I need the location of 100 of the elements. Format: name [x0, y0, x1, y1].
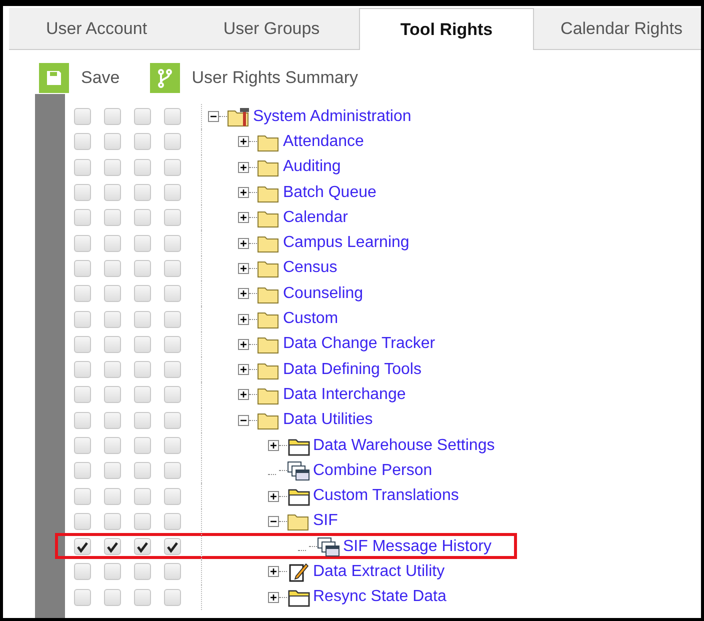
- checkbox[interactable]: [134, 184, 151, 202]
- expander-icon[interactable]: [268, 566, 279, 578]
- checkbox[interactable]: [134, 158, 151, 176]
- checkbox[interactable]: [134, 412, 151, 429]
- checkbox[interactable]: [74, 588, 91, 606]
- tree-item[interactable]: SIF: [313, 512, 338, 530]
- checkbox[interactable]: [104, 563, 121, 580]
- checkbox[interactable]: [134, 361, 151, 378]
- tree-item[interactable]: Data Utilities: [283, 411, 373, 430]
- tab[interactable]: Tool Rights: [359, 8, 534, 50]
- checkbox[interactable]: [164, 488, 181, 505]
- checkbox[interactable]: [134, 588, 151, 606]
- expander-icon[interactable]: [268, 516, 279, 527]
- checkbox[interactable]: [164, 563, 181, 580]
- checkbox[interactable]: [134, 285, 151, 302]
- expander-icon[interactable]: [238, 212, 249, 224]
- checkbox[interactable]: [74, 260, 91, 277]
- checkbox[interactable]: [164, 260, 181, 277]
- save-icon[interactable]: [39, 63, 69, 93]
- checkbox[interactable]: [104, 386, 121, 404]
- checkbox[interactable]: [104, 412, 121, 429]
- tree-item[interactable]: Combine Person: [313, 462, 432, 480]
- tree-item[interactable]: Custom Translations: [313, 487, 459, 506]
- checkbox[interactable]: [74, 336, 91, 353]
- expander-icon[interactable]: [268, 592, 279, 603]
- tree-item[interactable]: Counseling: [283, 284, 364, 303]
- checkbox[interactable]: [104, 361, 121, 378]
- expander-icon[interactable]: [238, 262, 249, 274]
- tree-item[interactable]: Census: [283, 259, 338, 278]
- checkbox[interactable]: [164, 412, 181, 429]
- expander-icon[interactable]: [238, 364, 249, 376]
- checkbox[interactable]: [104, 437, 121, 454]
- tree-item[interactable]: Custom: [283, 310, 338, 328]
- tab[interactable]: User Account: [9, 8, 184, 50]
- checkbox[interactable]: [74, 386, 91, 404]
- checkbox[interactable]: [74, 209, 91, 226]
- tree-item[interactable]: Data Defining Tools: [283, 360, 422, 379]
- checkbox[interactable]: [164, 184, 181, 202]
- checkbox[interactable]: [74, 512, 91, 530]
- checkbox[interactable]: [134, 260, 151, 277]
- save-button[interactable]: Save: [81, 68, 120, 88]
- checkbox[interactable]: [164, 285, 181, 302]
- checkbox[interactable]: [104, 184, 121, 202]
- checkbox[interactable]: [134, 310, 151, 328]
- expander-icon[interactable]: [268, 440, 279, 451]
- checkbox[interactable]: [164, 336, 181, 353]
- checkbox[interactable]: [104, 462, 121, 480]
- tab[interactable]: User Groups: [184, 8, 359, 50]
- expander-icon[interactable]: [268, 490, 279, 502]
- checkbox[interactable]: [74, 285, 91, 302]
- checkbox[interactable]: [164, 512, 181, 530]
- checkbox[interactable]: [164, 133, 181, 150]
- checkbox[interactable]: [74, 133, 91, 150]
- tree-item[interactable]: Resync State Data: [313, 588, 446, 606]
- checkbox[interactable]: [74, 234, 91, 252]
- checkbox[interactable]: [74, 108, 91, 126]
- checkbox[interactable]: [134, 209, 151, 226]
- expander-icon[interactable]: [238, 238, 249, 249]
- tree-item[interactable]: Data Warehouse Settings: [313, 436, 495, 454]
- checkbox[interactable]: [164, 462, 181, 480]
- checkbox[interactable]: [74, 488, 91, 505]
- checkbox[interactable]: [134, 563, 151, 580]
- expander-icon[interactable]: [238, 314, 249, 325]
- checkbox[interactable]: [74, 462, 91, 480]
- expander-icon[interactable]: [238, 162, 249, 173]
- checkbox[interactable]: [104, 108, 121, 126]
- checkbox[interactable]: [134, 386, 151, 404]
- checkbox[interactable]: [104, 336, 121, 353]
- checkbox[interactable]: [164, 310, 181, 328]
- checkbox[interactable]: [134, 512, 151, 530]
- checkbox[interactable]: [164, 538, 181, 556]
- tree-item[interactable]: Data Change Tracker: [283, 335, 436, 354]
- expander-icon[interactable]: [238, 136, 249, 148]
- checkbox[interactable]: [74, 361, 91, 378]
- checkbox[interactable]: [134, 462, 151, 480]
- checkbox[interactable]: [134, 488, 151, 505]
- expander-icon[interactable]: [238, 389, 249, 400]
- checkbox[interactable]: [164, 437, 181, 454]
- summary-button[interactable]: User Rights Summary: [192, 68, 358, 88]
- checkbox[interactable]: [164, 361, 181, 378]
- expander-icon[interactable]: [238, 414, 249, 426]
- checkbox[interactable]: [164, 108, 181, 126]
- checkbox[interactable]: [74, 563, 91, 580]
- tab[interactable]: Calendar Rights: [534, 8, 701, 50]
- checkbox[interactable]: [74, 437, 91, 454]
- checkbox[interactable]: [104, 260, 121, 277]
- checkbox[interactable]: [104, 488, 121, 505]
- checkbox[interactable]: [134, 108, 151, 126]
- checkbox[interactable]: [74, 538, 91, 556]
- checkbox[interactable]: [104, 285, 121, 302]
- checkbox[interactable]: [104, 158, 121, 176]
- checkbox[interactable]: [164, 158, 181, 176]
- tree-item[interactable]: Calendar: [283, 208, 348, 227]
- tree-item[interactable]: Auditing: [283, 158, 341, 176]
- checkbox[interactable]: [104, 310, 121, 328]
- checkbox[interactable]: [74, 412, 91, 429]
- checkbox[interactable]: [74, 158, 91, 176]
- expander-icon[interactable]: [238, 187, 249, 198]
- tree-item[interactable]: Attendance: [283, 132, 364, 151]
- checkbox[interactable]: [164, 588, 181, 606]
